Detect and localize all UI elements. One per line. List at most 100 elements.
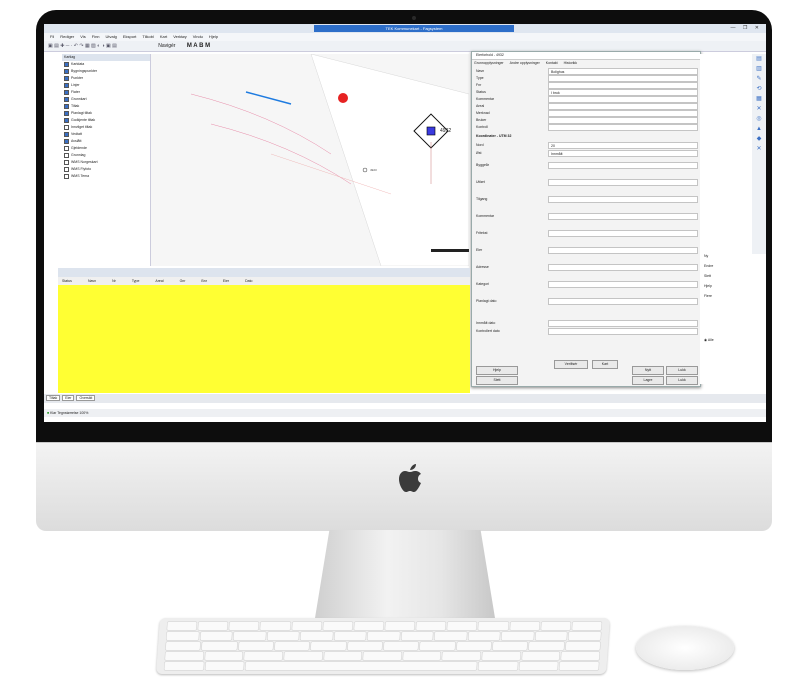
menu-item[interactable]: Finn — [92, 34, 100, 39]
layer-checkbox[interactable] — [64, 152, 69, 158]
field-input[interactable] — [548, 264, 698, 271]
layer-checkbox[interactable] — [64, 61, 69, 67]
right-tool-icons[interactable]: ▤ ▥ ✎ ⟲ ▦ ✕ ◎ ▲ ◆ ✕ — [752, 54, 766, 154]
menu-item[interactable]: Vis — [80, 34, 85, 39]
grid-column-header[interactable]: Dato — [245, 279, 252, 283]
dialog-tab[interactable]: Historikk — [564, 61, 577, 65]
map-button[interactable]: Kart — [592, 360, 618, 369]
bottom-tab[interactable]: Tiltak — [46, 395, 61, 401]
layer-item[interactable]: Grunnkart — [62, 96, 150, 103]
layer-item[interactable]: Linjer — [62, 82, 150, 89]
map-canvas[interactable]: 4932 4923 — [151, 54, 469, 266]
dialog-tab[interactable]: Kontakt — [546, 61, 558, 65]
save-button[interactable]: Lagre — [632, 376, 664, 385]
layer-item[interactable]: Godkjente tiltak — [62, 117, 150, 124]
menu-item[interactable]: Utvalg — [106, 34, 117, 39]
right-pane-button[interactable]: Flere — [704, 294, 750, 298]
field-input[interactable] — [548, 75, 698, 82]
field-input[interactable] — [548, 230, 698, 237]
field-input[interactable] — [548, 110, 698, 117]
layer-item[interactable]: Gjeldende — [62, 145, 150, 152]
layer-item[interactable]: Avslått — [62, 138, 150, 145]
grid-column-header[interactable]: Navn — [88, 279, 96, 283]
window-buttons[interactable]: — ❐ ✕ — [731, 25, 762, 31]
menu-item[interactable]: Verktøy — [173, 34, 187, 39]
close-button-2[interactable]: Lukk — [666, 376, 698, 385]
field-input[interactable] — [548, 162, 698, 169]
layer-checkbox[interactable] — [64, 103, 69, 109]
field-input[interactable]: Innmålt — [548, 150, 698, 157]
grid-column-header[interactable]: Gnr — [180, 279, 186, 283]
grid-column-header[interactable]: Status — [62, 279, 72, 283]
field-input[interactable] — [548, 82, 698, 89]
layer-item[interactable]: WMS Flyfoto — [62, 166, 150, 173]
right-toolbar[interactable]: ▤ ▥ ✎ ⟲ ▦ ✕ ◎ ▲ ◆ ✕ — [752, 54, 766, 254]
menu-item[interactable]: Tilkobl — [142, 34, 153, 39]
menu-item[interactable]: Rediger — [60, 34, 74, 39]
layer-checkbox[interactable] — [64, 96, 69, 102]
red-point-marker[interactable] — [338, 93, 348, 103]
navigate-button[interactable]: Navigér — [158, 43, 175, 49]
layer-checkbox[interactable] — [64, 89, 69, 95]
layer-item[interactable]: Grunnlag — [62, 152, 150, 159]
grid-column-header[interactable]: Eier — [223, 279, 229, 283]
grid-column-header[interactable]: Nr — [112, 279, 116, 283]
field-input[interactable] — [548, 213, 698, 220]
field-input[interactable] — [548, 124, 698, 131]
layer-checkbox[interactable] — [64, 173, 69, 179]
field-input[interactable] — [548, 298, 698, 305]
help-button[interactable]: Hjelp — [476, 366, 518, 375]
layer-checkbox[interactable] — [64, 75, 69, 81]
layer-checkbox[interactable] — [64, 145, 69, 151]
bottom-tab[interactable]: Eier — [62, 395, 75, 401]
layer-item[interactable]: Innvilget tiltak — [62, 124, 150, 131]
layer-item[interactable]: Bygningspunkter — [62, 68, 150, 75]
layer-item[interactable]: Punkter — [62, 75, 150, 82]
right-pane-button[interactable]: Endre — [704, 264, 750, 268]
menu-item[interactable]: Kart — [160, 34, 167, 39]
date-row-1-input[interactable] — [548, 320, 698, 327]
field-input[interactable] — [548, 247, 698, 254]
field-input[interactable] — [548, 103, 698, 110]
layer-item[interactable]: Flater — [62, 89, 150, 96]
right-pane-button[interactable]: Hjelp — [704, 284, 750, 288]
new-button[interactable]: Nytt — [632, 366, 664, 375]
layer-checkbox[interactable] — [64, 166, 69, 172]
grid-column-header[interactable]: Areal — [155, 279, 163, 283]
grid-body-highlight[interactable] — [58, 285, 470, 393]
layer-checkbox[interactable] — [64, 131, 69, 137]
menu-item[interactable]: Vindu — [193, 34, 203, 39]
layer-item[interactable]: Vedtatt — [62, 131, 150, 138]
layer-item[interactable]: Planlagt tiltak — [62, 110, 150, 117]
right-pane-button[interactable]: Ny — [704, 254, 750, 258]
layer-item[interactable]: WMS Norgeskart — [62, 159, 150, 166]
toolbar-icons[interactable]: ▣ ▤ ✚ ─ · ↶ ↷ ▦ ▧ ◐ ◑ ▣ ▤ — [48, 43, 117, 49]
grid-column-header[interactable]: Type — [132, 279, 140, 283]
field-input[interactable]: I bruk — [548, 89, 698, 96]
field-input[interactable]: 20 — [548, 142, 698, 149]
field-input[interactable] — [548, 117, 698, 124]
layer-checkbox[interactable] — [64, 110, 69, 116]
grid-column-header[interactable]: Bnr — [201, 279, 206, 283]
layer-item[interactable]: Tiltak — [62, 103, 150, 110]
verify-button[interactable]: Verifisér — [554, 360, 588, 369]
selected-point[interactable] — [426, 126, 436, 136]
layer-checkbox[interactable] — [64, 82, 69, 88]
radio-all[interactable]: ◉ Alle — [704, 338, 750, 342]
layer-item[interactable]: Kartdata — [62, 61, 150, 68]
field-input[interactable] — [548, 196, 698, 203]
dialog-tab[interactable]: Andre opplysninger — [510, 61, 540, 65]
layer-checkbox[interactable] — [64, 138, 69, 144]
layer-checkbox[interactable] — [64, 159, 69, 165]
field-input[interactable] — [548, 96, 698, 103]
close-button[interactable]: Lukk — [666, 366, 698, 375]
right-pane-button[interactable]: Slett — [704, 274, 750, 278]
layer-checkbox[interactable] — [64, 117, 69, 123]
field-input[interactable] — [548, 281, 698, 288]
menu-item[interactable]: Fil — [50, 34, 54, 39]
menu-item[interactable]: Eksport — [123, 34, 137, 39]
layer-checkbox[interactable] — [64, 124, 69, 130]
menu-item[interactable]: Hjelp — [209, 34, 218, 39]
layer-checkbox[interactable] — [64, 68, 69, 74]
bottom-tab[interactable]: Oversikt — [76, 395, 96, 401]
